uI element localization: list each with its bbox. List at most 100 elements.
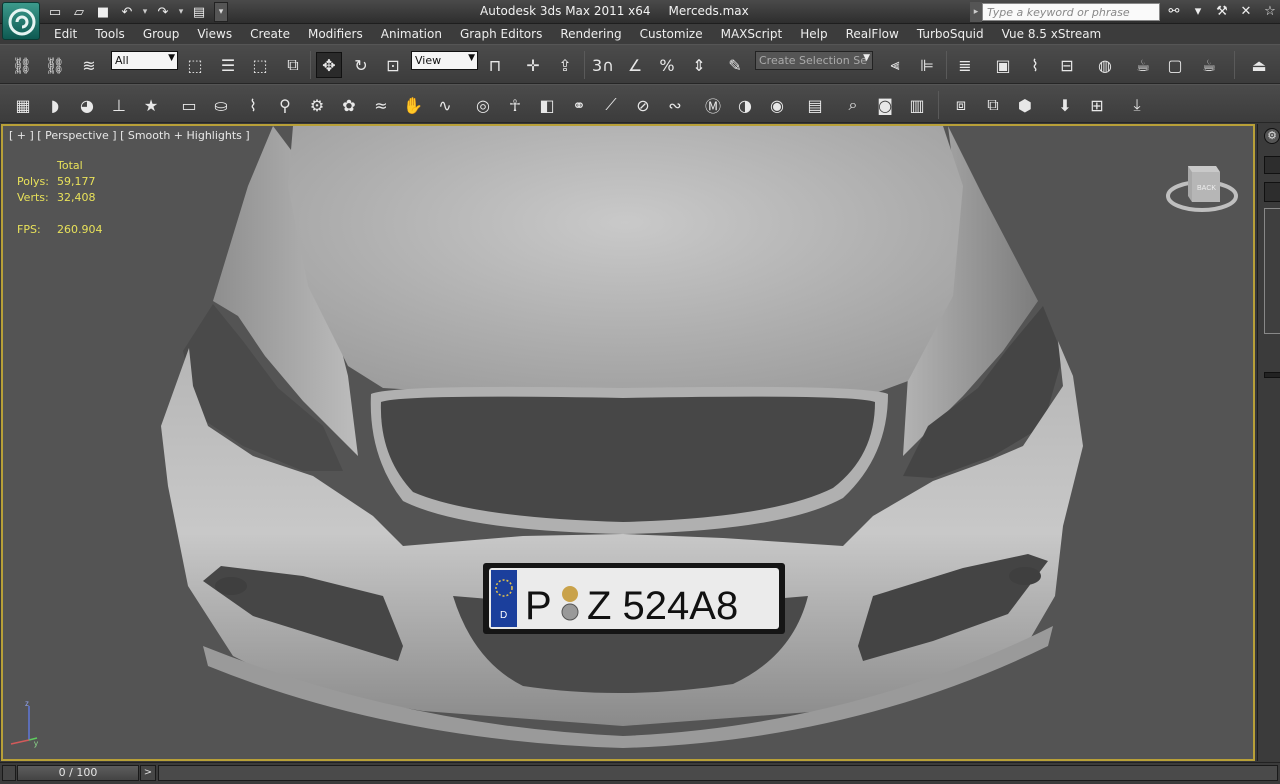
sphere-icon[interactable]: ◕	[74, 92, 100, 118]
search-input[interactable]: Type a keyword or phrase	[982, 3, 1160, 21]
time-slider-next-button[interactable]: >	[140, 765, 156, 781]
application-button[interactable]	[2, 2, 40, 40]
time-slider-prev-button[interactable]	[2, 765, 16, 781]
timeline-track[interactable]	[158, 765, 1278, 781]
menu-customize[interactable]: Customize	[631, 24, 712, 44]
brush-icon[interactable]: ⌇	[240, 92, 266, 118]
named-selection-set-select[interactable]: Create Selection Se ▼	[755, 51, 873, 70]
cloth-icon[interactable]: ◧	[534, 92, 560, 118]
menu-turbosquid[interactable]: TurboSquid	[908, 24, 993, 44]
selection-filter-select[interactable]: All ▼	[111, 51, 178, 70]
snaps-toggle-icon[interactable]: 3 ∩	[590, 52, 616, 78]
render-production-icon[interactable]: ☕	[1196, 52, 1222, 78]
schematic-view-icon[interactable]: ⊟	[1054, 52, 1080, 78]
menu-views[interactable]: Views	[188, 24, 241, 44]
redo-dropdown-icon[interactable]: ▾	[176, 7, 186, 17]
select-by-name-icon[interactable]: ☰	[215, 52, 241, 78]
graphite-tools-icon[interactable]: ▣	[990, 52, 1016, 78]
sim-cube-icon[interactable]: ⬢	[1012, 92, 1038, 118]
sim-grid-icon[interactable]: ⧉	[980, 92, 1006, 118]
binoculars-icon[interactable]: ⚯	[1164, 2, 1184, 22]
bin-export-icon[interactable]: ⤓	[1124, 92, 1150, 118]
select-and-scale-icon[interactable]: ⊡	[380, 52, 406, 78]
panel-icon[interactable]: ▤	[802, 92, 828, 118]
sim-box-icon[interactable]: ⧈	[948, 92, 974, 118]
edit-named-selection-icon[interactable]: ✎	[722, 52, 748, 78]
gear-icon[interactable]: ⚙	[304, 92, 330, 118]
menu-graph-editors[interactable]: Graph Editors	[451, 24, 551, 44]
select-and-link-icon[interactable]: ⛓	[9, 52, 35, 78]
infocenter-expand-icon[interactable]: ▸	[970, 2, 982, 22]
bin-down-icon[interactable]: ⬇	[1052, 92, 1078, 118]
menu-realflow[interactable]: RealFlow	[837, 24, 908, 44]
select-object-icon[interactable]: ⬚	[182, 52, 208, 78]
pin-stack-icon[interactable]	[1264, 346, 1280, 354]
camera-icon[interactable]: ◙	[872, 92, 898, 118]
layer-manager-icon[interactable]: ≣	[952, 52, 978, 78]
zoom-icon[interactable]: ⌕	[840, 92, 866, 118]
menu-help[interactable]: Help	[791, 24, 836, 44]
disks-icon[interactable]: ⛀	[208, 92, 234, 118]
bind-space-warp-icon[interactable]: ≋	[76, 52, 102, 78]
keyboard-shortcut-override-icon[interactable]: ⇪	[552, 52, 578, 78]
modifier-list-field[interactable]	[1264, 182, 1280, 202]
open-file-icon[interactable]: ▱	[68, 3, 90, 21]
render-setup-icon[interactable]: ☕	[1130, 52, 1156, 78]
extra-tool-icon[interactable]: ⏏	[1246, 52, 1272, 78]
select-manipulate-icon[interactable]: ✛	[520, 52, 546, 78]
hand-icon[interactable]: ✋	[400, 92, 426, 118]
menu-tools[interactable]: Tools	[86, 24, 134, 44]
settings-gear-icon[interactable]: ⚙	[1264, 128, 1280, 144]
menu-create[interactable]: Create	[241, 24, 299, 44]
viewport-label[interactable]: [ + ] [ Perspective ] [ Smooth + Highlig…	[9, 129, 250, 142]
menu-animation[interactable]: Animation	[372, 24, 451, 44]
wall-icon[interactable]: ▭	[176, 92, 202, 118]
menu-rendering[interactable]: Rendering	[551, 24, 630, 44]
motor-icon[interactable]: ∾	[662, 92, 688, 118]
redo-icon[interactable]: ↷	[152, 3, 174, 21]
material-editor-icon[interactable]: ◍	[1092, 52, 1118, 78]
favorites-star-icon[interactable]: ☆	[1260, 2, 1280, 22]
project-folder-icon[interactable]: ▤	[188, 3, 210, 21]
percent-snap-icon[interactable]: %	[654, 52, 680, 78]
angle-snap-icon[interactable]: ∠	[622, 52, 648, 78]
meshing-icon[interactable]: ◑	[732, 92, 758, 118]
emitter-icon[interactable]: ⊥	[106, 92, 132, 118]
quick-access-customize-icon[interactable]: ▾	[214, 2, 228, 22]
menu-edit[interactable]: Edit	[40, 24, 86, 44]
tools-icon[interactable]: ⚒	[1212, 2, 1232, 22]
figure-icon[interactable]: ☥	[502, 92, 528, 118]
panel-tab-icon[interactable]	[1264, 156, 1280, 174]
vortex-icon[interactable]: ◎	[470, 92, 496, 118]
close-x-icon[interactable]: ✕	[1236, 2, 1256, 22]
curve-editor-icon[interactable]: ⌇	[1022, 52, 1048, 78]
perspective-viewport[interactable]: D P Z 524A8 [ + ] [ Perspective ] [ Smoo…	[1, 124, 1255, 761]
dropdown-icon[interactable]: ▾	[1188, 2, 1208, 22]
menu-vue-xstream[interactable]: Vue 8.5 xStream	[993, 24, 1111, 44]
select-and-rotate-icon[interactable]: ↻	[348, 52, 374, 78]
mesh-icon[interactable]: Ⓜ	[700, 92, 726, 118]
spinner-snap-icon[interactable]: ⇕	[686, 52, 712, 78]
modifier-stack-list[interactable]	[1264, 208, 1280, 334]
mirror-icon[interactable]: ⫷	[882, 52, 908, 78]
bin-mesh-icon[interactable]: ⊞	[1084, 92, 1110, 118]
reference-coordinate-select[interactable]: View ▼	[411, 51, 478, 70]
menu-maxscript[interactable]: MAXScript	[712, 24, 792, 44]
undo-icon[interactable]: ↶	[116, 3, 138, 21]
rectangular-selection-icon[interactable]: ⬚	[247, 52, 273, 78]
boxes-icon[interactable]: ▦	[10, 92, 36, 118]
rendered-frame-window-icon[interactable]: ▢	[1162, 52, 1188, 78]
star-icon[interactable]: ★	[138, 92, 164, 118]
spiral-icon[interactable]: ◉	[764, 92, 790, 118]
undo-dropdown-icon[interactable]: ▾	[140, 7, 150, 17]
pivot-center-icon[interactable]: ⊓	[482, 52, 508, 78]
align-icon[interactable]: ⊫	[914, 52, 940, 78]
menu-group[interactable]: Group	[134, 24, 189, 44]
new-file-icon[interactable]: ▭	[44, 3, 66, 21]
wave-icon[interactable]: ∿	[432, 92, 458, 118]
torch-icon[interactable]: ⚲	[272, 92, 298, 118]
shirt-icon[interactable]: ◗	[42, 92, 68, 118]
deflector-icon[interactable]: ⟋	[598, 92, 624, 118]
link-icon[interactable]: ⚭	[566, 92, 592, 118]
film-icon[interactable]: ▥	[904, 92, 930, 118]
